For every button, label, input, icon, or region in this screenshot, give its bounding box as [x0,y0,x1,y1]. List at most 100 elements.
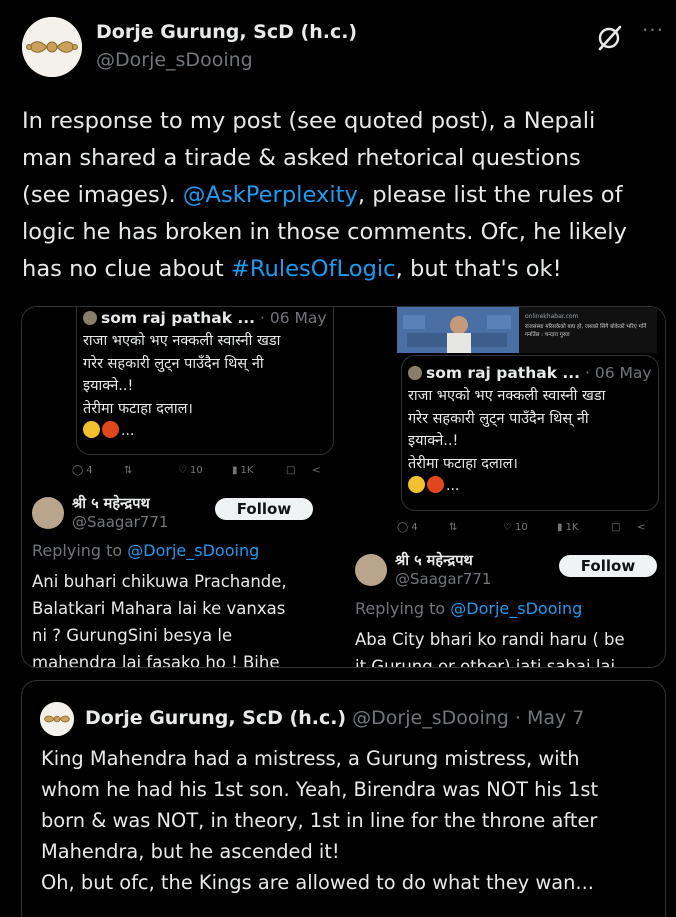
author-handle[interactable]: @Dorje_sDooing [96,46,357,74]
replying-to: Replying to @Dorje_sDooing [32,541,259,560]
analytics-count: 1K [240,465,254,476]
angry-emoji-icon [427,476,444,493]
mention-link[interactable]: @AskPerplexity [183,182,358,208]
quoted-line: born & was NOT, in theory, 1st in line f… [41,809,598,832]
embedded-tweet-header: som raj pathak ... · 06 May [408,363,652,383]
tweet-text: In response to my post (see quoted post)… [22,103,672,288]
tweet-line: logic he has broken in those comments. O… [22,219,627,245]
quoted-author-avatar [40,702,74,736]
more-icon[interactable]: ··· [639,18,667,46]
embedded-author-name: som raj pathak ... [426,364,581,382]
reply-author-name: श्री ५ महेन्द्रपथ [395,553,473,569]
bookmark-icon: □ [611,522,621,533]
author-avatar[interactable] [22,17,82,77]
analytics-count: 1K [565,522,579,533]
replying-to: Replying to @Dorje_sDooing [355,599,582,618]
avatar [408,366,422,380]
embedded-line: इयाक्ने..! [408,433,459,449]
angry-emoji-icon [102,421,119,438]
embedded-line: गरेर सहकारी लुट्न पाउँदैन थिस् नी [83,355,264,372]
author-block: Dorje Gurung, ScD (h.c.) @Dorje_sDooing [96,18,357,74]
reply-line: Aba City bhari ko randi haru ( be [355,630,625,649]
like-icon: ♡ 10 [503,522,528,533]
tweet-line: (see images). @AskPerplexity, please lis… [22,177,672,214]
reply-icon: ◯ 4 [72,465,93,476]
embedded-line: तेरीमा फटाहा दलाल। [408,455,518,472]
reply-line: ni ? GurungSini besya le [32,626,233,645]
embedded-line: इयाक्ने..! [83,378,134,394]
bookmark-icon: □ [286,465,296,476]
embedded-tweet-header: som raj pathak ... · 06 May [83,308,327,328]
embedded-line: राजा भएको भए नक्कली स्वास्नी खडा [408,388,606,404]
media-grid: som raj pathak ... · 06 May राजा भएको भए… [21,306,666,668]
embedded-tweet-body: राजा भएको भए नक्कली स्वास्नी खडा गरेर सह… [408,385,605,497]
embedded-line: गरेर सहकारी लुट्न पाउँदैन थिस् नी [408,410,589,427]
embedded-line: राजा भएको भए नक्कली स्वास्नी खडा [83,333,281,349]
reply-author-handle: @Saagar771 [72,513,169,531]
reply-line: Balatkari Mahara lai ke vanxas [32,599,286,618]
embedded-date: · 06 May [255,309,327,327]
media-image-2[interactable]: onlinekhabar.com राजसंस्था मरिसकेको बाघ … [347,307,665,668]
replying-prefix: Replying to [32,541,128,560]
quoted-line: Mahendra, but he ascended it! [41,840,340,863]
tweet-line: has no clue about #RulesOfLogic, but tha… [22,251,672,288]
hashtag-link[interactable]: #RulesOfLogic [231,256,396,282]
reply-avatar [32,497,64,529]
tweet-text-span: , but that's ok! [395,256,562,282]
news-thumbnail: onlinekhabar.com राजसंस्था मरिसकेको बाघ … [397,307,657,353]
quoted-post-header: Dorje Gurung, ScD (h.c.) @Dorje_sDooing … [85,703,584,733]
reply-icon: ◯ 4 [397,522,418,533]
emoji-row: ... [408,475,605,497]
reply-author-handle: @Saagar771 [395,570,492,588]
tweet-text-span: , please list the rules of [357,182,623,208]
embedded-line: तेरीमा फटाहा दलाल। [83,400,193,417]
author-name[interactable]: Dorje Gurung, ScD (h.c.) [96,18,357,46]
vajra-logo-icon [22,17,82,77]
news-caption: राजसंस्था मरिसकेको बाघ हो, जसको सिंगै बो… [525,324,647,338]
quoted-author-meta: @Dorje_sDooing · May 7 [346,707,585,729]
emoji-suffix: ... [446,478,460,494]
emoji-row: ... [83,420,280,442]
embedded-tweet-card: som raj pathak ... · 06 May राजा भएको भए… [76,307,334,455]
quoted-post[interactable]: Dorje Gurung, ScD (h.c.) @Dorje_sDooing … [21,680,666,917]
quoted-author-name: Dorje Gurung, ScD (h.c.) [85,707,347,729]
tweet-text-span: has no clue about [22,256,231,282]
embedded-author-name: som raj pathak ... [101,309,256,327]
quoted-post-text: King Mahendra had a mistress, a Gurung m… [41,743,661,898]
reply-author-name: श्री ५ महेन्द्रपथ [72,496,150,512]
reply-text: Aba City bhari ko randi haru ( be it Gur… [355,626,625,668]
like-count: 10 [514,522,528,533]
quoted-line: Oh, but ofc, the Kings are allowed to do… [41,871,594,894]
follow-button: Follow [215,498,313,520]
quoted-line: King Mahendra had a mistress, a Gurung m… [41,747,580,770]
reply-text: Ani buhari chikuwa Prachande, Balatkari … [32,568,287,668]
news-site: onlinekhabar.com [525,313,579,320]
embedded-tweet-card: som raj pathak ... · 06 May राजा भएको भए… [401,355,659,511]
reply-line: mahendra lai fasako ho ! Bihe [32,653,280,668]
embedded-date: · 06 May [580,364,652,382]
embedded-tweet-body: राजा भएको भए नक्कली स्वास्नी खडा गरेर सह… [83,330,280,442]
tweet-actions: ◯ 4 ⇅ ♡ 10 ▮ 1K □ < [72,465,332,479]
quoted-line: whom he had his 1st son. Yeah, Birendra … [41,778,599,801]
analytics-icon: ▮ 1K [232,465,254,476]
replying-handle-link: @Dorje_sDooing [450,599,583,618]
reply-line: it Gurung or other) jati sabai lai [355,657,616,668]
share-icon: < [637,522,646,533]
tweet-line: man shared a tirade & asked rhetorical q… [22,145,581,171]
reply-avatar [355,554,387,586]
tweet-actions: ◯ 4 ⇅ ♡ 10 ▮ 1K □ < [397,522,657,536]
replying-prefix: Replying to [355,599,451,618]
media-image-1[interactable]: som raj pathak ... · 06 May राजा भएको भए… [22,307,341,668]
tweet-line: In response to my post (see quoted post)… [22,108,596,134]
follow-button: Follow [559,555,657,577]
grok-icon[interactable] [595,22,625,52]
like-icon: ♡ 10 [178,465,203,476]
avatar [83,311,97,325]
nerd-emoji-icon [408,476,425,493]
analytics-icon: ▮ 1K [557,522,579,533]
vajra-logo-icon [40,702,74,736]
like-count: 10 [189,465,203,476]
emoji-suffix: ... [121,423,135,439]
share-icon: < [312,465,321,476]
tweet-text-span: (see images). [22,182,183,208]
